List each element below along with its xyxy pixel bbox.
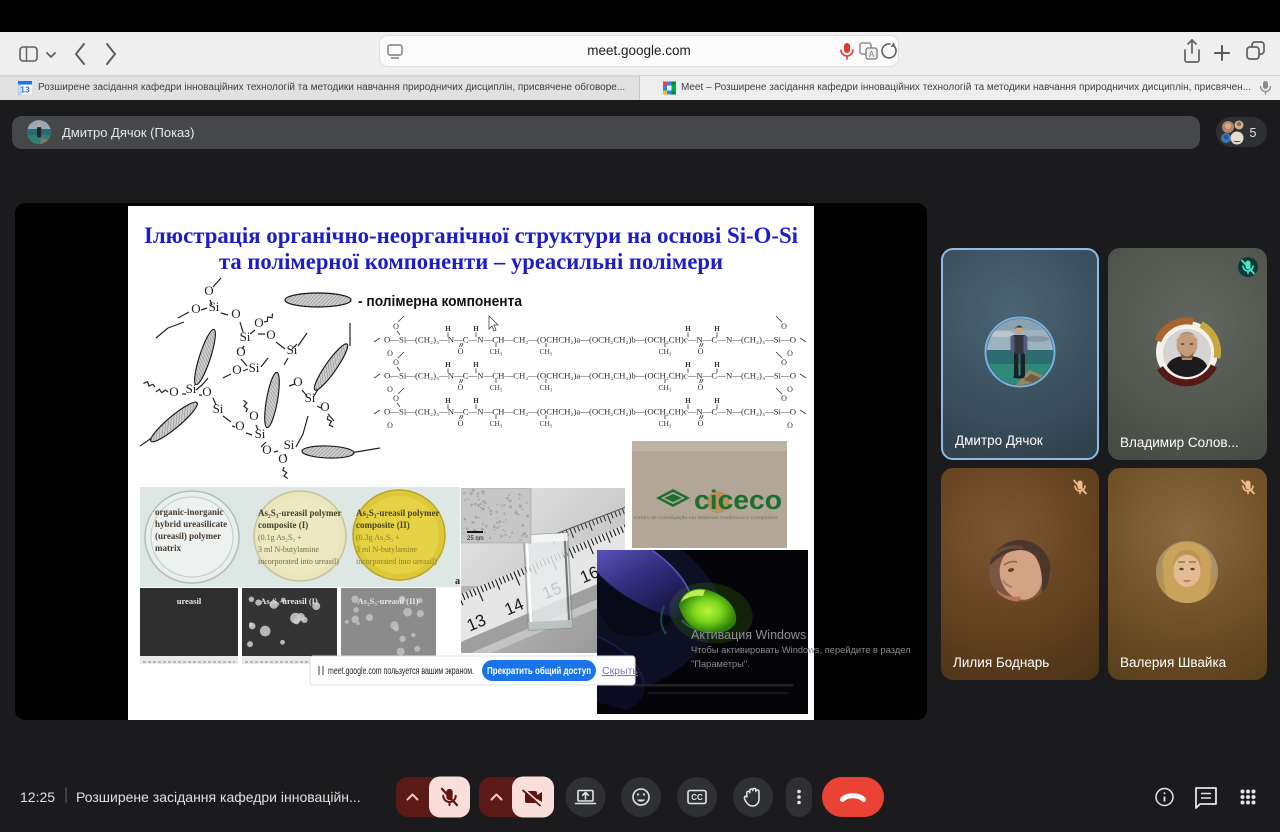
svg-text:O—Si—(CH₂)₃—N—C—N—CH—CH₂—(OCHC: O—Si—(CH₂)₃—N—C—N—CH—CH₂—(OCHCH₂)a—(OCH₂… (384, 408, 796, 417)
svg-text:O: O (787, 421, 793, 430)
svg-text:O: O (232, 362, 241, 377)
svg-text:O: O (698, 419, 704, 428)
svg-text:O: O (278, 451, 287, 466)
svg-text:H: H (445, 397, 451, 405)
svg-text:O: O (249, 408, 258, 423)
svg-text:As₂S₃-ureasil (I): As₂S₃-ureasil (I) (260, 596, 318, 606)
svg-text:Ілюстрація органічно-неорганіч: Ілюстрація органічно-неорганічної структ… (144, 223, 799, 248)
svg-text:H: H (714, 361, 720, 369)
svg-text:composite (I): composite (I) (258, 520, 308, 530)
svg-text:Si: Si (240, 329, 251, 344)
svg-text:CH₃: CH₃ (658, 347, 671, 356)
svg-text:O: O (266, 327, 275, 342)
svg-text:Si: Si (305, 390, 316, 405)
svg-text:O: O (191, 301, 200, 316)
svg-text:H: H (714, 325, 720, 333)
svg-text:(0.3g As₂S₃ +: (0.3g As₂S₃ + (356, 533, 400, 542)
svg-text:- полімерна компонента: - полімерна компонента (358, 293, 523, 310)
svg-text:O: O (231, 306, 240, 321)
svg-text:Прекратить общий доступ: Прекратить общий доступ (487, 665, 591, 677)
svg-text:A: A (869, 50, 875, 59)
svg-text:та полімерної компоненти – уре: та полімерної компоненти – уреасильні по… (219, 249, 723, 274)
svg-text:3 ml N-butylamine: 3 ml N-butylamine (356, 545, 417, 554)
svg-text:13: 13 (20, 85, 30, 95)
svg-text:O: O (204, 283, 213, 298)
svg-text:O: O (393, 322, 399, 331)
svg-text:O: O (320, 399, 329, 414)
svg-text:CH₃: CH₃ (489, 419, 502, 428)
svg-text:O: O (781, 322, 787, 331)
svg-text:H: H (445, 325, 451, 333)
svg-text:a: a (455, 576, 460, 587)
svg-text:composite (II): composite (II) (356, 520, 410, 530)
svg-text:O: O (458, 419, 464, 428)
svg-text:(ureasil) polymer: (ureasil) polymer (155, 531, 221, 541)
svg-text:O: O (387, 421, 393, 430)
svg-text:O: O (169, 384, 178, 399)
svg-text:Centro de Investigação em Mate: Centro de Investigação em Materiais Cerâ… (634, 515, 779, 520)
svg-text:CH₃: CH₃ (489, 347, 502, 356)
svg-text:(0.1g As₂S₃ +: (0.1g As₂S₃ + (258, 533, 302, 542)
svg-text:O—Si—(CH₂)₃—N—C—N—CH—CH₂—(OCHC: O—Si—(CH₂)₃—N—C—N—CH—CH₂—(OCHCH₂)a—(OCH₂… (384, 336, 796, 345)
svg-text:Si: Si (255, 426, 266, 441)
svg-text:O: O (787, 349, 793, 358)
svg-text:CH₃: CH₃ (539, 383, 552, 392)
svg-text:O: O (393, 358, 399, 367)
svg-text:O: O (202, 384, 211, 399)
svg-text:O: O (393, 394, 399, 403)
svg-text:incorporated into ureasil): incorporated into ureasil) (356, 557, 437, 566)
svg-text:O: O (387, 385, 393, 394)
svg-text:H: H (685, 361, 691, 369)
svg-text:meet.google.com пользуется ваш: meet.google.com пользуется вашим экраном… (328, 665, 474, 677)
svg-text:CH₃: CH₃ (539, 347, 552, 356)
svg-text:CH₃: CH₃ (489, 383, 502, 392)
svg-text:25 nm: 25 nm (467, 536, 484, 542)
svg-text:CH₃: CH₃ (658, 383, 671, 392)
svg-text:O: O (254, 315, 263, 330)
svg-text:H: H (445, 361, 451, 369)
svg-text:3 ml N-butylamine: 3 ml N-butylamine (258, 545, 319, 554)
svg-text:O: O (458, 347, 464, 356)
svg-text:H: H (685, 325, 691, 333)
svg-text:Si: Si (249, 360, 260, 375)
svg-text:H: H (714, 397, 720, 405)
svg-text:organic-inorganic: organic-inorganic (155, 507, 224, 517)
svg-text:Si: Si (284, 437, 295, 452)
svg-text:H: H (685, 397, 691, 405)
svg-text:ciceco: ciceco (694, 485, 782, 515)
svg-text:H: H (473, 397, 479, 405)
svg-text:O: O (787, 385, 793, 394)
svg-text:O—Si—(CH₂)₃—N—C—N—CH—CH₂—(OCHC: O—Si—(CH₂)₃—N—C—N—CH—CH₂—(OCHCH₂)a—(OCH₂… (384, 372, 796, 381)
svg-text:hybrid ureasilicate: hybrid ureasilicate (155, 519, 227, 529)
svg-text:O: O (781, 358, 787, 367)
svg-text:Si: Si (213, 401, 224, 416)
svg-text:O: O (698, 383, 704, 392)
svg-text:O: O (235, 418, 244, 433)
svg-text:H: H (473, 325, 479, 333)
svg-text:CH₃: CH₃ (658, 419, 671, 428)
svg-text:O: O (387, 349, 393, 358)
svg-text:O: O (293, 374, 302, 389)
svg-text:Скрыть: Скрыть (602, 665, 638, 677)
svg-text:O: O (458, 383, 464, 392)
svg-text:O: O (698, 347, 704, 356)
svg-text:As₂S₃-ureasil polymer: As₂S₃-ureasil polymer (258, 508, 341, 518)
svg-text:As₂S₃-ureasil (II): As₂S₃-ureasil (II) (358, 596, 419, 606)
svg-text:CC: CC (691, 793, 703, 802)
svg-text:matrix: matrix (155, 543, 181, 553)
svg-text:ureasil: ureasil (177, 596, 202, 606)
svg-text:CH₃: CH₃ (539, 419, 552, 428)
svg-text:5: 5 (1250, 126, 1257, 140)
svg-text:O: O (781, 394, 787, 403)
svg-text:As₂S₃-ureasil polymer: As₂S₃-ureasil polymer (356, 508, 439, 518)
svg-text:H: H (473, 361, 479, 369)
svg-text:incorporated into ureasil): incorporated into ureasil) (258, 557, 339, 566)
